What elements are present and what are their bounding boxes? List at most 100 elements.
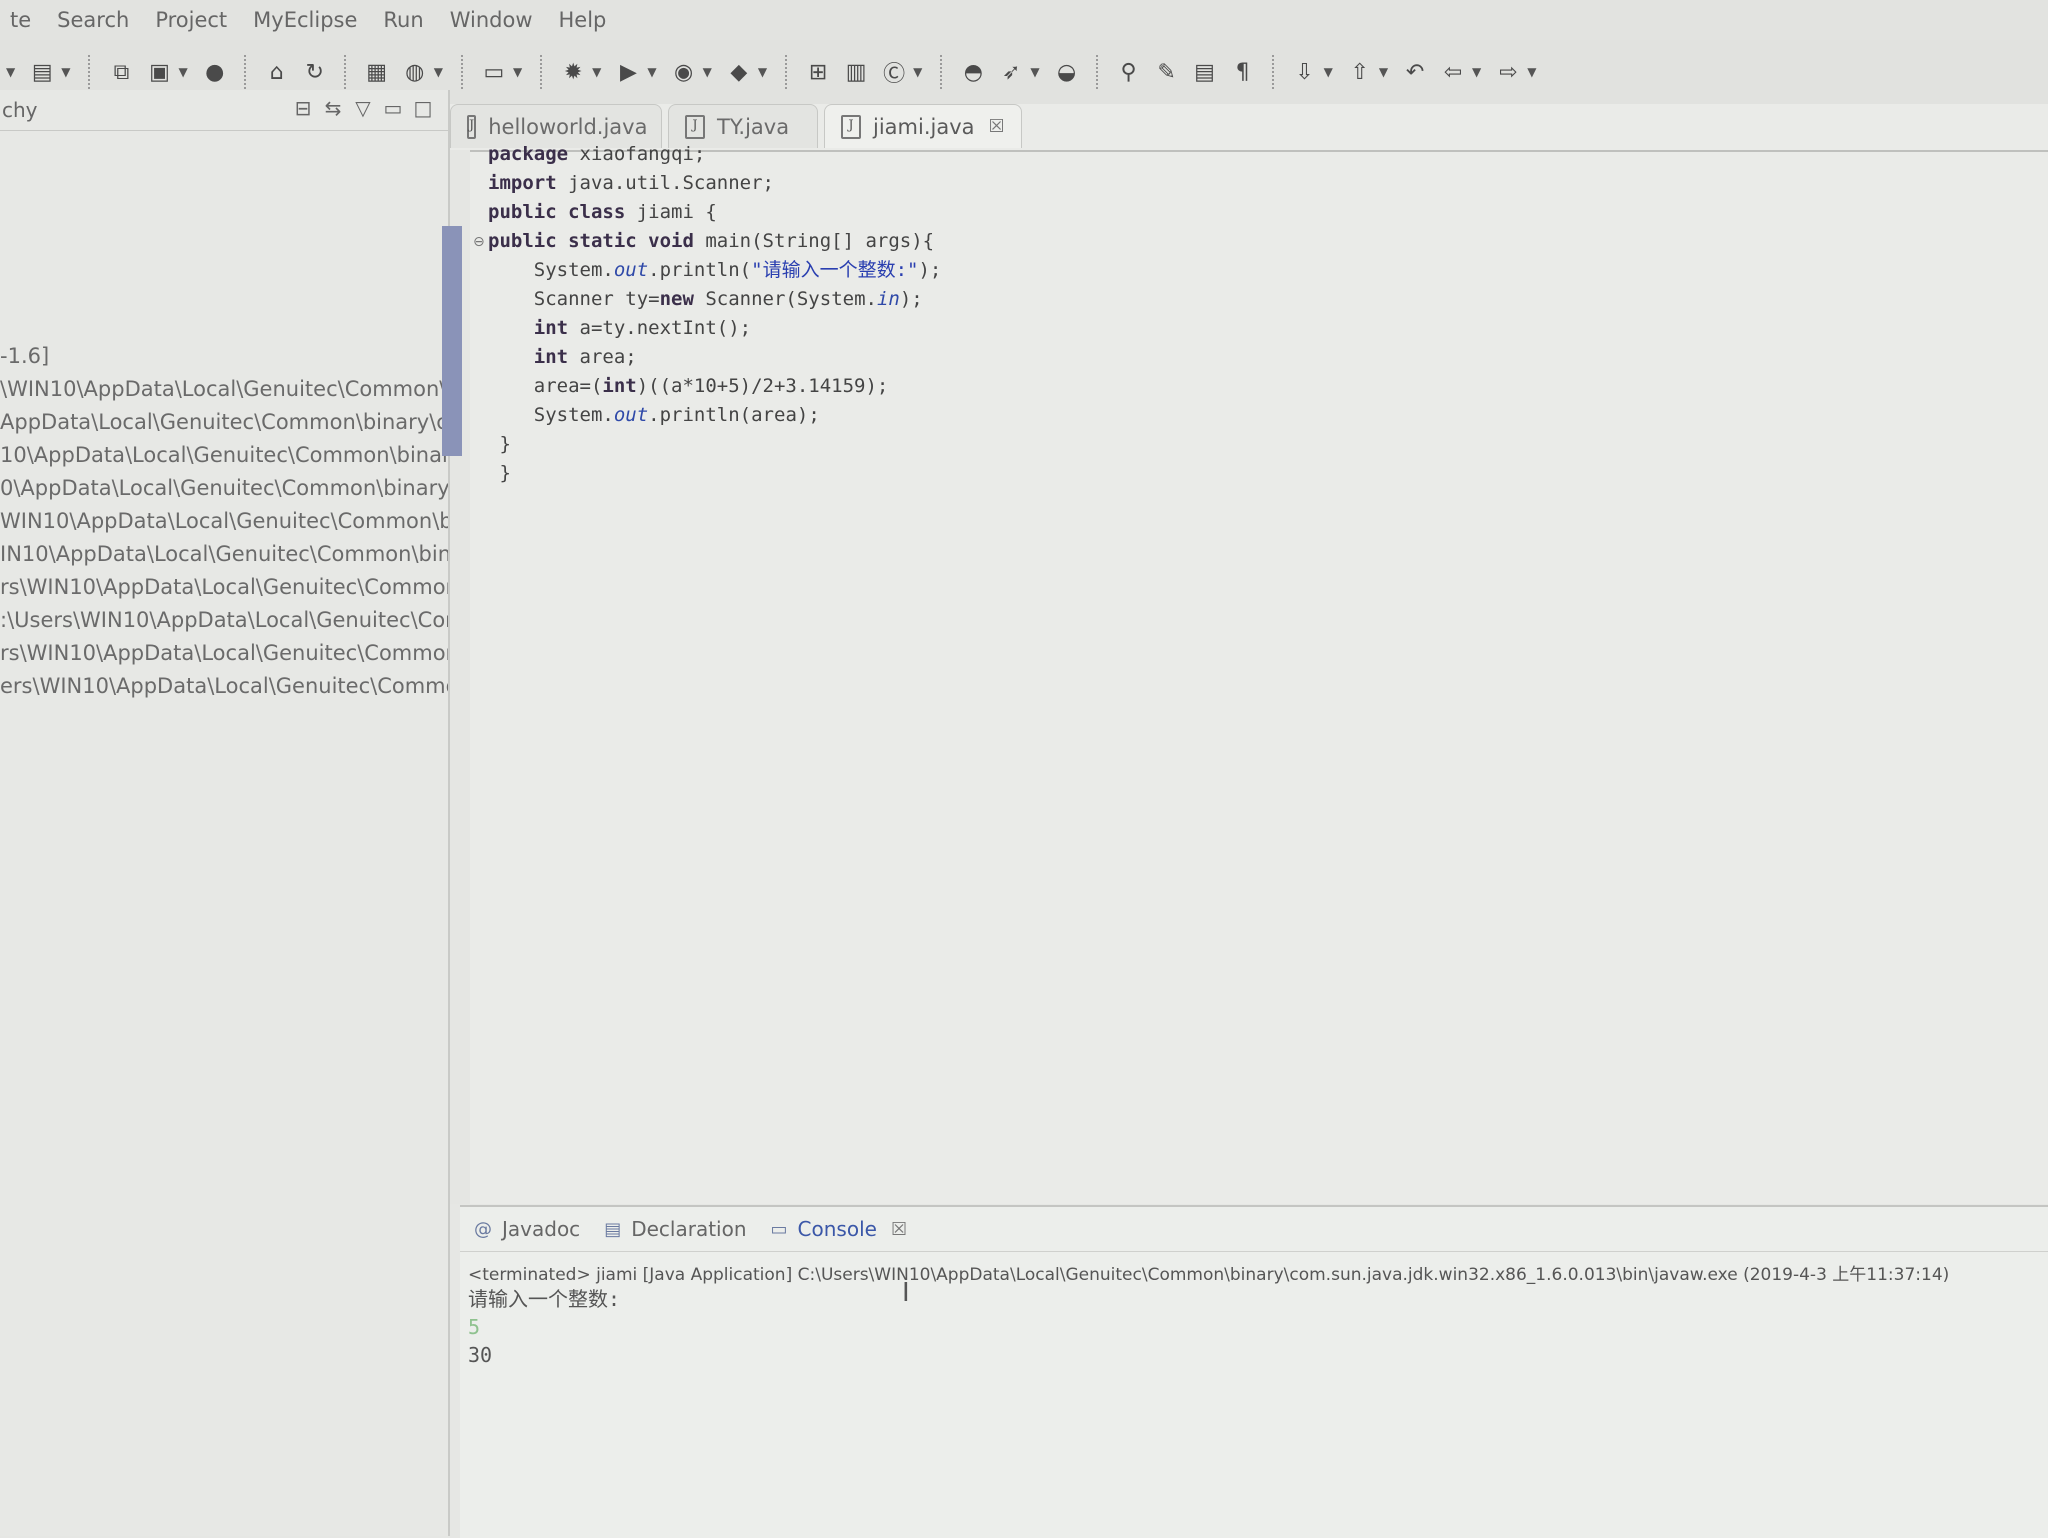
menu-bar: te Search Project MyEclipse Run Window H… (0, 0, 2048, 40)
pen-icon[interactable]: ✎ (1152, 57, 1182, 87)
at-icon: @ (474, 1218, 492, 1240)
close-tab-icon[interactable]: ☒ (891, 1219, 907, 1240)
server-icon[interactable]: ▤ (27, 57, 57, 87)
tree-item[interactable]: WIN10\AppData\Local\Genuitec\Common\b (0, 505, 448, 538)
package-icon[interactable]: ▥ (841, 57, 871, 87)
open-folder-icon[interactable]: ⌂ (262, 57, 292, 87)
console-panel: @ Javadoc ▤ Declaration ▭ Console ☒ <termina… (460, 1205, 2048, 1538)
search-icon[interactable]: ◒ (1052, 57, 1082, 87)
dropdown-arrow-icon[interactable]: ▼ (1324, 65, 1333, 79)
tree-item[interactable]: rs\WIN10\AppData\Local\Genuitec\Common (0, 637, 448, 670)
pin-icon[interactable]: ⚲ (1114, 57, 1144, 87)
code-text-segment: System. (488, 259, 614, 281)
dropdown-arrow-icon[interactable]: ▼ (703, 65, 712, 79)
open-type-icon[interactable]: ◓ (958, 57, 988, 87)
dropdown-arrow-icon[interactable]: ▼ (647, 65, 656, 79)
coverage-icon[interactable]: ◉ (669, 57, 699, 87)
panel-title[interactable]: chy (2, 98, 38, 122)
dropdown-arrow-icon[interactable]: ▼ (434, 65, 443, 79)
menu-search[interactable]: Search (57, 8, 129, 32)
code-text-segment: .println(area); (648, 404, 820, 426)
code-text-segment: main(String[] args){ (693, 230, 935, 252)
refresh-icon[interactable]: ↻ (300, 57, 330, 87)
dropdown-arrow-icon[interactable]: ▼ (178, 65, 187, 79)
dropdown-arrow-icon[interactable]: ▼ (1379, 65, 1388, 79)
tab-javadoc[interactable]: @ Javadoc (474, 1217, 590, 1241)
prev-annotation-icon[interactable]: ⇧ (1345, 57, 1375, 87)
declaration-icon: ▤ (604, 1218, 622, 1240)
tree-item[interactable]: ers\WIN10\AppData\Local\Genuitec\Common (0, 670, 448, 703)
window-icon[interactable]: ▭ (479, 57, 509, 87)
tree-item[interactable]: -1.6] (0, 340, 448, 373)
deploy-icon[interactable]: ⧉ (106, 57, 136, 87)
dropdown-arrow-icon[interactable]: ▼ (592, 65, 601, 79)
dropdown-arrow-icon[interactable]: ▼ (1527, 65, 1536, 79)
console-output[interactable]: 30 (468, 1341, 2048, 1369)
keyword: package (488, 143, 569, 165)
new-file-icon[interactable]: ▦ (362, 57, 392, 87)
close-tab-icon[interactable]: ☒ (989, 116, 1005, 137)
next-annotation-icon[interactable]: ⇩ (1290, 57, 1320, 87)
code-text-segment: java.util.Scanner; (556, 172, 774, 194)
dropdown-arrow-icon[interactable]: ▼ (513, 65, 522, 79)
tree-item[interactable]: rs\WIN10\AppData\Local\Genuitec\Common' (0, 571, 448, 604)
menu-myeclipse[interactable]: MyEclipse (253, 8, 357, 32)
menu-run[interactable]: Run (383, 8, 423, 32)
forward-icon[interactable]: ⇨ (1493, 57, 1523, 87)
web-icon[interactable]: ◍ (400, 57, 430, 87)
link-editor-icon[interactable]: ⇆ (318, 96, 348, 120)
tree-item[interactable]: IN10\AppData\Local\Genuitec\Common\bina (0, 538, 448, 571)
menu-project[interactable]: Project (155, 8, 227, 32)
toolbar-separator (785, 55, 789, 89)
dropdown-arrow-icon[interactable]: ▼ (1472, 65, 1481, 79)
tab-declaration[interactable]: ▤ Declaration (604, 1217, 756, 1241)
last-edit-icon[interactable]: ↶ (1400, 57, 1430, 87)
code-line: System.out.println("请输入一个整数:"); (488, 256, 942, 285)
tree-item[interactable]: :\Users\WIN10\AppData\Local\Genuitec\Com (0, 604, 448, 637)
toolbar-separator (343, 55, 348, 89)
dropdown-arrow-icon[interactable]: ▼ (913, 65, 922, 79)
dropdown-arrow-icon[interactable]: ▼ (758, 65, 767, 79)
globe-icon[interactable]: ● (200, 57, 230, 87)
block-icon[interactable]: ▤ (1190, 57, 1220, 87)
console-input[interactable]: 5 (468, 1313, 2048, 1341)
code-text-segment: jiami { (625, 201, 717, 223)
toolbar-separator (540, 55, 544, 89)
code-text-segment: Scanner ty= (488, 288, 660, 310)
tree-item[interactable]: AppData\Local\Genuitec\Common\binary\c (0, 406, 448, 439)
save-icon[interactable]: ▣ (144, 57, 174, 87)
console-icon: ▭ (770, 1218, 788, 1240)
menu-help[interactable]: Help (559, 8, 607, 32)
fold-collapse-icon[interactable]: ⊖ (473, 234, 485, 250)
tab-console[interactable]: ▭ Console ☒ (771, 1217, 918, 1241)
maximize-icon[interactable]: □ (408, 96, 438, 120)
external-tools-icon[interactable]: ◆ (724, 57, 754, 87)
new-class-icon[interactable]: Ⓒ (879, 57, 909, 87)
new-project-icon[interactable]: ⊞ (803, 57, 833, 87)
code-line: int a=ty.nextInt(); (488, 314, 941, 343)
code-line: int area; (488, 343, 941, 372)
minimize-icon[interactable]: ▭ (378, 96, 408, 120)
back-icon[interactable]: ⇦ (1438, 57, 1468, 87)
open-task-icon[interactable]: ➶ (996, 57, 1026, 87)
code-text-segment: Scanner(System. (693, 288, 877, 310)
dropdown-arrow-icon[interactable]: ▼ (1030, 65, 1039, 79)
code-text-segment: ); (918, 259, 942, 281)
collapse-all-icon[interactable]: ⊟ (288, 96, 318, 120)
tree-item[interactable]: 10\AppData\Local\Genuitec\Common\binary (0, 439, 448, 472)
tree-item[interactable]: \WIN10\AppData\Local\Genuitec\Common\ (0, 373, 448, 406)
code-line: area=(int)((a*10+5)/2+3.14159); (488, 372, 941, 401)
debug-icon[interactable]: ✹ (558, 57, 588, 87)
menu-window[interactable]: Window (450, 8, 533, 32)
view-menu-icon[interactable]: ▽ (348, 96, 378, 120)
dropdown-arrow-icon[interactable]: ▼ (61, 65, 70, 79)
code-text[interactable]: package xiaofangqi; import java.util.Sca… (488, 140, 941, 488)
paragraph-icon[interactable]: ¶ (1228, 57, 1258, 87)
dropdown-arrow-icon[interactable]: ▼ (6, 65, 15, 79)
menu-file[interactable]: te (10, 8, 31, 32)
keyword: public class (488, 201, 626, 223)
code-line: Scanner ty=new Scanner(System.in); (488, 285, 941, 314)
tab-label: Declaration (631, 1217, 747, 1241)
tree-item[interactable]: 0\AppData\Local\Genuitec\Common\binary\ (0, 472, 448, 505)
run-icon[interactable]: ▶ (613, 57, 643, 87)
